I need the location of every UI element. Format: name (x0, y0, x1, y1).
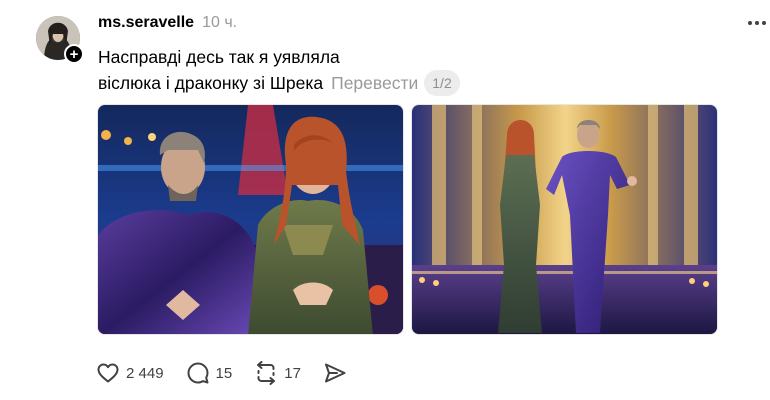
post-image-1[interactable] (97, 104, 404, 335)
translate-button[interactable]: Перевести (331, 73, 418, 93)
post-header: ms.seravelle 10 ч. (98, 14, 237, 36)
username-link[interactable]: ms.seravelle (98, 14, 194, 32)
post-card: + ms.seravelle 10 ч. Насправді десь так … (0, 0, 770, 400)
post-image-2[interactable] (411, 104, 718, 335)
like-count: 2 449 (126, 364, 164, 382)
repost-button[interactable]: 17 (254, 361, 301, 385)
action-bar: 2 449 15 17 (96, 358, 369, 388)
share-icon (324, 363, 346, 383)
post-image-2-picture (412, 105, 717, 334)
post-text-line-2: віслюка і драконку зі Шрека Перевести 1/2 (98, 70, 460, 96)
post-text: Насправді десь так я уявляла віслюка і д… (98, 44, 460, 96)
more-icon[interactable] (748, 16, 770, 30)
comment-count: 15 (215, 364, 233, 382)
share-button[interactable] (323, 361, 347, 385)
post-image-1-picture (98, 105, 403, 334)
follow-plus-icon[interactable]: + (64, 44, 84, 64)
comment-icon (187, 362, 209, 384)
post-text-line-2-content: віслюка і драконку зі Шрека (98, 73, 324, 93)
like-button[interactable]: 2 449 (96, 361, 164, 385)
avatar-container[interactable]: + (36, 16, 84, 64)
post-timestamp[interactable]: 10 ч. (202, 14, 237, 32)
heart-icon (97, 363, 119, 383)
repost-count: 17 (284, 364, 301, 382)
image-counter-badge: 1/2 (424, 70, 460, 96)
repost-icon (257, 361, 276, 385)
comment-button[interactable]: 15 (186, 361, 233, 385)
post-text-line-1: Насправді десь так я уявляла (98, 47, 340, 67)
